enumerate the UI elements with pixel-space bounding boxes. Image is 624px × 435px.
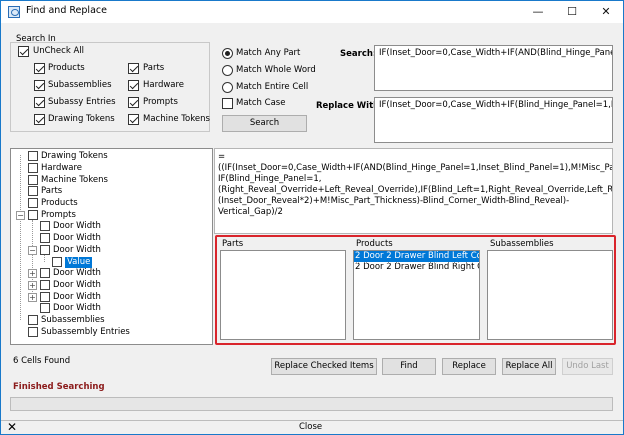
- parts-label: Parts: [143, 63, 165, 73]
- tree-connector: [44, 255, 45, 262]
- tree-item-label: Machine Tokens: [41, 175, 108, 185]
- tree-checkbox[interactable]: [28, 186, 38, 196]
- uncheck-all-label: UnCheck All: [33, 46, 84, 56]
- tree-checkbox[interactable]: [28, 315, 38, 325]
- collapse-icon[interactable]: −: [28, 246, 37, 255]
- tree-item-label: Prompts: [41, 210, 76, 220]
- tree-item-label: Value: [65, 257, 93, 268]
- subassy-entries-checkbox[interactable]: [34, 97, 45, 108]
- app-icon: [8, 6, 20, 18]
- tree-item-label: Door Width: [53, 233, 101, 243]
- search-button[interactable]: Search: [222, 115, 307, 132]
- search-field-label: Search:: [340, 49, 377, 59]
- expand-icon[interactable]: +: [28, 293, 37, 302]
- tree-checkbox[interactable]: [40, 245, 50, 255]
- tree-checkbox[interactable]: [40, 303, 50, 313]
- tree-item-label: Subassembly Entries: [41, 327, 130, 337]
- tree-checkbox[interactable]: [28, 175, 38, 185]
- tree-item-label: Hardware: [41, 163, 83, 173]
- find-replace-window: Find and Replace — ☐ ✕ Search In UnCheck…: [0, 0, 624, 435]
- minimize-button[interactable]: —: [521, 1, 555, 23]
- close-label[interactable]: Close: [299, 422, 322, 432]
- match-whole-word-radio[interactable]: [222, 65, 233, 76]
- tree-item-label: Drawing Tokens: [41, 151, 108, 161]
- tree-item-label: Products: [41, 198, 78, 208]
- match-whole-word-label: Match Whole Word: [236, 65, 316, 75]
- match-entire-cell-radio[interactable]: [222, 82, 233, 93]
- tree-item-label: Door Width: [53, 292, 101, 302]
- results-tree[interactable]: Drawing Tokens Hardware Machine Tokens P…: [10, 148, 213, 345]
- search-field[interactable]: IF(Inset_Door=0,Case_Width+IF(AND(Blind_…: [374, 45, 613, 91]
- tree-checkbox[interactable]: [40, 233, 50, 243]
- close-window-button[interactable]: ✕: [589, 1, 623, 23]
- tree-item-label: Door Width: [53, 221, 101, 231]
- tree-item-label: Door Width: [53, 303, 101, 313]
- prompts-checkbox[interactable]: [128, 97, 139, 108]
- tree-checkbox[interactable]: [40, 292, 50, 302]
- title-bar: Find and Replace — ☐ ✕: [1, 1, 623, 23]
- subassemblies-list[interactable]: [487, 250, 613, 340]
- subassy-entries-label: Subassy Entries: [48, 97, 116, 107]
- subassemblies-list-header: Subassemblies: [490, 239, 554, 249]
- drawing-tokens-checkbox[interactable]: [34, 114, 45, 125]
- find-button[interactable]: Find: [382, 358, 436, 375]
- replace-field[interactable]: IF(Inset_Door=0,Case_Width+IF(Blind_Hing…: [374, 97, 613, 143]
- status-text: Finished Searching: [13, 382, 105, 392]
- replace-button[interactable]: Replace: [442, 358, 496, 375]
- expand-icon[interactable]: +: [28, 281, 37, 290]
- undo-last-button: Undo Last: [562, 358, 613, 375]
- replace-field-label: Replace With:: [316, 101, 383, 111]
- tree-checkbox[interactable]: [28, 210, 38, 220]
- tree-checkbox[interactable]: [40, 221, 50, 231]
- close-bar[interactable]: ✕ Close: [1, 420, 623, 434]
- subassemblies-label: Subassemblies: [48, 80, 112, 90]
- products-checkbox[interactable]: [34, 63, 45, 74]
- products-label: Products: [48, 63, 85, 73]
- hardware-label: Hardware: [143, 80, 185, 90]
- list-item[interactable]: 2 Door 2 Drawer Blind Right Corner: [354, 262, 479, 273]
- tree-item-label: Door Width: [53, 245, 101, 255]
- tree-checkbox[interactable]: [28, 163, 38, 173]
- tree-item-label: Parts: [41, 186, 63, 196]
- parts-list-header: Parts: [222, 239, 244, 249]
- close-icon[interactable]: ✕: [7, 420, 17, 434]
- hardware-checkbox[interactable]: [128, 80, 139, 91]
- collapse-icon[interactable]: −: [16, 211, 25, 220]
- machine-tokens-checkbox[interactable]: [128, 114, 139, 125]
- maximize-button[interactable]: ☐: [555, 1, 589, 23]
- tree-checkbox[interactable]: [28, 327, 38, 337]
- tree-item-label: Door Width: [53, 280, 101, 290]
- products-list-header: Products: [356, 239, 393, 249]
- subassemblies-checkbox[interactable]: [34, 80, 45, 91]
- tree-item-label: Subassemblies: [41, 315, 105, 325]
- list-item[interactable]: 2 Door 2 Drawer Blind Left Corner B: [354, 251, 479, 263]
- parts-checkbox[interactable]: [128, 63, 139, 74]
- progress-bar: [10, 397, 613, 411]
- tree-connector: [20, 155, 21, 320]
- tree-checkbox[interactable]: [28, 151, 38, 161]
- expand-icon[interactable]: +: [28, 269, 37, 278]
- drawing-tokens-label: Drawing Tokens: [48, 114, 115, 124]
- window-title: Find and Replace: [26, 5, 107, 16]
- prompts-label: Prompts: [143, 97, 178, 107]
- formula-display: =((IF(Inset_Door=0,Case_Width+IF(AND(Bli…: [214, 148, 613, 234]
- match-any-part-radio[interactable]: [222, 48, 233, 59]
- tree-checkbox[interactable]: [52, 257, 62, 267]
- tree-checkbox[interactable]: [40, 268, 50, 278]
- parts-list[interactable]: [220, 250, 346, 340]
- products-list[interactable]: 2 Door 2 Drawer Blind Left Corner B 2 Do…: [353, 250, 480, 340]
- cells-found-text: 6 Cells Found: [13, 356, 71, 366]
- tree-checkbox[interactable]: [28, 198, 38, 208]
- match-entire-cell-label: Match Entire Cell: [236, 82, 309, 92]
- replace-checked-button[interactable]: Replace Checked Items: [271, 358, 377, 375]
- tree-checkbox[interactable]: [40, 280, 50, 290]
- match-case-checkbox[interactable]: [222, 98, 233, 109]
- replace-all-button[interactable]: Replace All: [502, 358, 556, 375]
- match-case-label: Match Case: [236, 98, 286, 108]
- tree-item-label: Door Width: [53, 268, 101, 278]
- match-any-part-label: Match Any Part: [236, 48, 301, 58]
- uncheck-all-checkbox[interactable]: [18, 46, 29, 57]
- machine-tokens-label: Machine Tokens: [143, 114, 210, 124]
